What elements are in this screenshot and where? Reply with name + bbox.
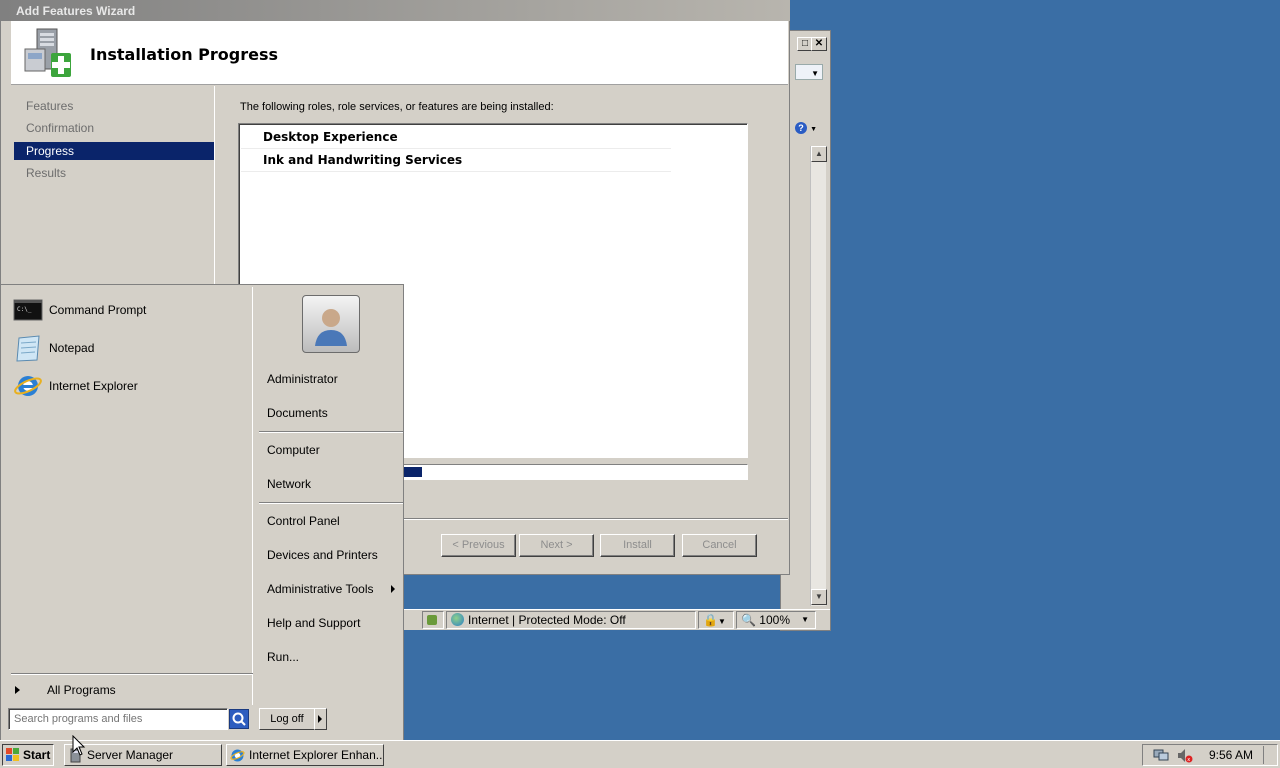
menu-item-control-panel[interactable]: Control Panel <box>259 505 401 537</box>
internet-explorer-icon <box>230 749 245 762</box>
command-prompt-icon: C:\_ <box>13 299 43 321</box>
zone-status-text: Internet | Protected Mode: Off <box>468 613 626 627</box>
all-programs-button[interactable]: All Programs <box>11 680 251 700</box>
start-menu: C:\_ Command Prompt Notepad Internet Exp… <box>0 284 404 740</box>
user-avatar[interactable] <box>302 295 360 353</box>
previous-button[interactable]: < Previous <box>441 534 516 557</box>
help-icon[interactable]: ? ▼ <box>795 122 817 138</box>
notepad-icon <box>16 335 40 362</box>
task-label: Server Manager <box>87 748 174 762</box>
zone-status[interactable]: Internet | Protected Mode: Off <box>446 611 696 629</box>
arrow-right-icon <box>15 686 20 694</box>
log-off-button[interactable]: Log off <box>259 708 315 730</box>
chevron-down-icon: ▼ <box>811 69 819 78</box>
install-button[interactable]: Install <box>600 534 675 557</box>
menu-item-administrative-tools[interactable]: Administrative Tools <box>259 573 401 605</box>
pinned-command-prompt[interactable]: C:\_ Command Prompt <box>9 293 249 327</box>
globe-icon <box>451 613 464 626</box>
list-item: Ink and Handwriting Services <box>241 149 671 172</box>
zoom-control[interactable]: 🔍 100% ▼ <box>736 611 816 629</box>
programs-divider <box>11 673 253 675</box>
nav-step-confirmation[interactable]: Confirmation <box>14 119 214 137</box>
wizard-steps-nav: Features Confirmation Progress Results <box>11 86 215 284</box>
pinned-notepad[interactable]: Notepad <box>9 331 249 365</box>
mouse-cursor-icon <box>72 735 86 756</box>
all-programs-label: All Programs <box>47 683 116 697</box>
search-input[interactable] <box>8 708 228 730</box>
ie-toolbar-dropdown[interactable]: ▼ <box>795 64 823 80</box>
wizard-title-bar[interactable]: Add Features Wizard <box>1 0 790 21</box>
nav-step-progress[interactable]: Progress <box>14 142 214 160</box>
shutdown-options-button[interactable] <box>314 708 327 730</box>
system-tray: x 9:56 AM <box>1142 744 1278 766</box>
svg-text:x: x <box>1187 757 1190 763</box>
security-status-icon[interactable] <box>422 611 444 629</box>
svg-text:C:\_: C:\_ <box>17 306 32 313</box>
search-button[interactable] <box>229 709 249 729</box>
menu-item-help-support[interactable]: Help and Support <box>259 607 401 639</box>
menu-separator <box>259 502 403 504</box>
network-icon[interactable] <box>1153 748 1169 763</box>
menu-item-run[interactable]: Run... <box>259 641 401 673</box>
cancel-button[interactable]: Cancel <box>682 534 757 557</box>
menu-item-computer[interactable]: Computer <box>259 434 401 466</box>
chevron-down-icon: ▼ <box>801 615 809 624</box>
ie-scrollbar[interactable]: ▲ ▼ <box>810 146 827 606</box>
show-desktop-button[interactable] <box>1263 746 1277 764</box>
pinned-label: Internet Explorer <box>49 379 138 393</box>
start-menu-places-pane: Administrator Documents Computer Network… <box>255 285 405 705</box>
windows-logo-icon <box>6 748 19 761</box>
submenu-arrow-icon <box>391 585 395 593</box>
user-icon <box>315 309 347 346</box>
list-item: Desktop Experience <box>241 126 671 149</box>
menu-item-label: Administrative Tools <box>267 582 374 596</box>
start-button[interactable]: Start <box>2 744 54 766</box>
menu-item-administrator[interactable]: Administrator <box>259 363 401 395</box>
menu-item-network[interactable]: Network <box>259 468 401 500</box>
arrow-right-icon <box>318 715 322 723</box>
pinned-internet-explorer[interactable]: Internet Explorer <box>9 369 249 403</box>
wizard-header: Installation Progress <box>11 21 788 85</box>
install-description: The following roles, role services, or f… <box>240 101 554 113</box>
nav-step-results[interactable]: Results <box>14 164 214 182</box>
scroll-down-icon[interactable]: ▼ <box>811 589 827 605</box>
pinned-label: Command Prompt <box>49 303 147 317</box>
taskbar: Start Server Manager Internet Explorer E… <box>0 740 1280 768</box>
task-label: Internet Explorer Enhan... <box>249 748 384 762</box>
start-menu-programs-pane: C:\_ Command Prompt Notepad Internet Exp… <box>3 287 253 705</box>
volume-muted-icon[interactable]: x <box>1177 748 1193 763</box>
search-icon <box>232 712 246 726</box>
ie-statusbar: Internet | Protected Mode: Off 🔒▼ 🔍 100%… <box>404 609 830 630</box>
wizard-page-title: Installation Progress <box>90 45 279 64</box>
scroll-up-icon[interactable]: ▲ <box>811 146 827 162</box>
zoom-level: 100% <box>759 613 790 627</box>
start-label: Start <box>23 748 51 762</box>
zoom-icon: 🔍 <box>741 613 756 627</box>
close-icon[interactable]: ✕ <box>811 37 827 51</box>
next-button[interactable]: Next > <box>519 534 594 557</box>
menu-item-devices-printers[interactable]: Devices and Printers <box>259 539 401 571</box>
protected-mode-toggle[interactable]: 🔒▼ <box>698 611 734 629</box>
clock[interactable]: 9:56 AM <box>1209 745 1253 765</box>
internet-explorer-icon <box>14 376 42 396</box>
menu-separator <box>259 431 403 433</box>
server-add-feature-icon <box>24 28 71 77</box>
lock-icon: 🔒 <box>703 613 718 627</box>
nav-step-features[interactable]: Features <box>14 97 214 115</box>
taskbar-internet-explorer-esc[interactable]: Internet Explorer Enhan... <box>226 744 384 766</box>
menu-item-documents[interactable]: Documents <box>259 397 401 429</box>
pinned-label: Notepad <box>49 341 95 355</box>
taskbar-server-manager[interactable]: Server Manager <box>64 744 222 766</box>
